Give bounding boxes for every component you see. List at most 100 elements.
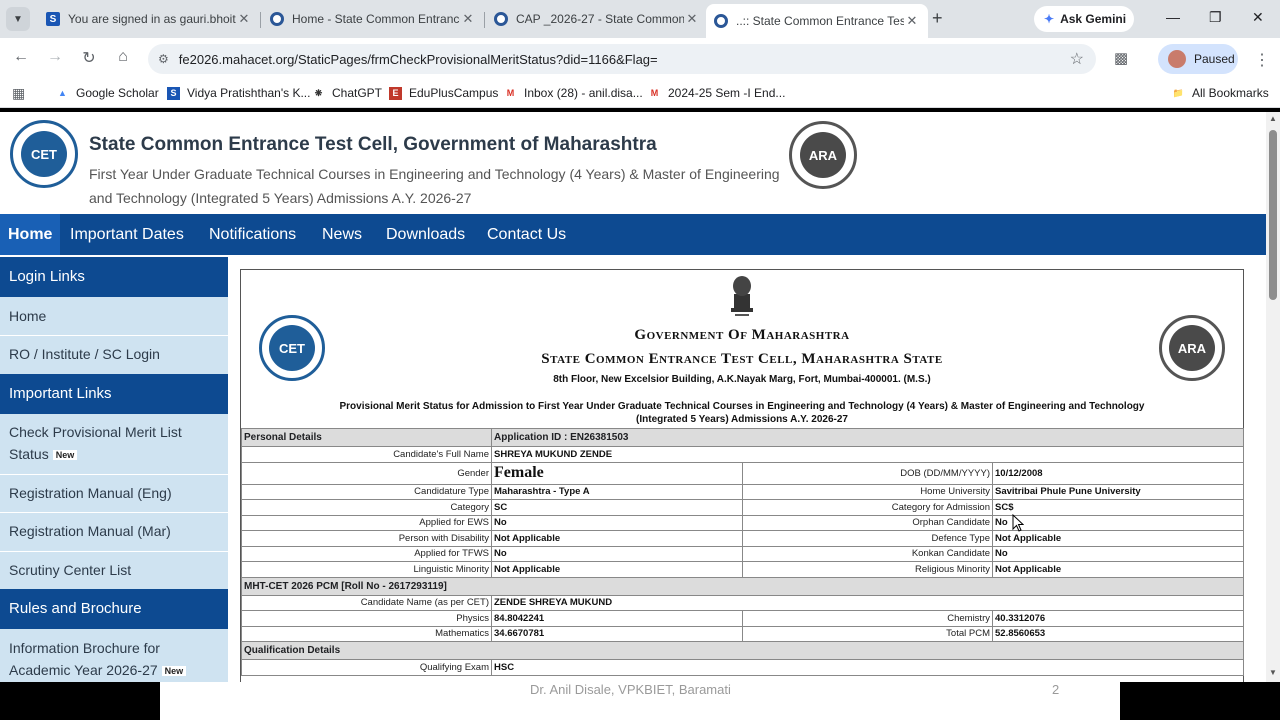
new-tab-icon[interactable]: + [932, 8, 943, 29]
application-id: Application ID : EN26381503 [491, 428, 1244, 447]
mouse-cursor-icon [1012, 514, 1024, 532]
sidebar-item-manual-eng[interactable]: Registration Manual (Eng) [9, 482, 219, 504]
sidebar-item-brochure[interactable]: Information Brochure for Academic Year 2… [9, 637, 219, 682]
field-value: 84.8042241 [491, 610, 743, 627]
sidebar-item-ro-login[interactable]: RO / Institute / SC Login [9, 343, 219, 365]
gov-heading: Government Of Maharashtra [634, 327, 850, 343]
bookmark-label: Google Scholar [76, 86, 159, 100]
all-bookmarks-button[interactable]: 📁 All Bookmarks [1172, 86, 1269, 100]
bookmark-label: Inbox (28) - anil.disa... [524, 86, 643, 100]
sidebar: Login Links Home RO / Institute / SC Log… [0, 257, 228, 682]
table-row: Gender Female DOB (DD/MM/YYYY) 10/12/200… [241, 461, 1244, 485]
nav-important-dates[interactable]: Important Dates [70, 214, 184, 255]
field-label: Candidate's Full Name [241, 446, 492, 463]
cell-heading: State Common Entrance Test Cell, Maharas… [541, 351, 943, 367]
nav-downloads[interactable]: Downloads [386, 214, 465, 255]
nav-contact-us[interactable]: Contact Us [487, 214, 566, 255]
field-label: Religious Minority [742, 561, 993, 578]
cet-logo[interactable]: CET [10, 120, 78, 188]
table-row: Candidature Type Maharashtra - Type A Ho… [241, 483, 1244, 500]
field-value: Not Applicable [992, 530, 1244, 547]
section-title: Qualification Details [241, 641, 1244, 660]
browser-tab-active[interactable]: ..:: State Common Entrance Test ✕ [706, 4, 928, 38]
field-value: 34.6670781 [491, 625, 743, 642]
field-value: 10/12/2008 [992, 461, 1244, 485]
sidebar-item-merit-status[interactable]: Check Provisional Merit List Status New [9, 421, 219, 466]
field-label: Category for Admission [742, 499, 993, 516]
field-label: Konkan Candidate [742, 545, 993, 562]
bookmark-item[interactable]: ▲ Google Scholar [56, 86, 159, 100]
tab-title: You are signed in as gauri.bhoit [68, 12, 236, 26]
extensions-icon[interactable]: ▩ [1114, 49, 1128, 67]
bookmark-item[interactable]: E EduPlusCampus [389, 86, 498, 100]
details-table: Personal Details Application ID : EN2638… [241, 428, 1244, 676]
nav-home[interactable]: Home [0, 214, 61, 255]
close-tab-icon[interactable]: ✕ [684, 11, 700, 27]
forward-icon[interactable]: → [44, 48, 66, 66]
field-label: Person with Disability [241, 530, 492, 547]
close-window-icon[interactable]: ✕ [1252, 9, 1264, 26]
site-favicon-icon [494, 12, 508, 26]
bookmark-label: 2024-25 Sem -I End... [668, 86, 786, 100]
ask-gemini-button[interactable]: ✦ Ask Gemini [1034, 6, 1134, 32]
profile-button[interactable]: Paused [1158, 44, 1238, 74]
bookmark-item[interactable]: M Inbox (28) - anil.disa... [504, 86, 643, 100]
field-label: Qualifying Exam [241, 659, 492, 676]
bookmark-item[interactable]: S Vidya Pratishthan's K... [167, 86, 310, 100]
address-bar[interactable]: ⚙ fe2026.mahacet.org/StaticPages/frmChec… [148, 44, 1096, 74]
sidebar-item-scrutiny[interactable]: Scrutiny Center List [9, 559, 219, 581]
site-subtitle: First Year Under Graduate Technical Cour… [89, 166, 780, 206]
minimize-icon[interactable]: — [1166, 9, 1180, 25]
bookmark-label: EduPlusCampus [409, 86, 499, 100]
section-title: MHT-CET 2026 PCM [Roll No - 2617293119] [241, 576, 1244, 596]
close-tab-icon[interactable]: ✕ [236, 11, 252, 27]
field-value: No [491, 545, 743, 562]
gemini-sparkle-icon: ✦ [1044, 12, 1055, 26]
site-info-icon[interactable]: ⚙ [158, 52, 169, 66]
sidebar-item-home[interactable]: Home [9, 305, 219, 327]
sidebar-item-manual-mar[interactable]: Registration Manual (Mar) [9, 520, 219, 542]
sidebar-heading-important: Important Links [0, 374, 228, 414]
scroll-up-icon[interactable]: ▲ [1269, 114, 1277, 123]
main-nav: Home Important Dates Notifications News … [0, 214, 1266, 255]
page-scrollbar[interactable]: ▲ ▼ [1266, 112, 1280, 682]
table-row: Applied for TFWS No Konkan Candidate No [241, 545, 1244, 562]
table-row: Linguistic Minority Not Applicable Relig… [241, 561, 1244, 578]
field-label: Defence Type [742, 530, 993, 547]
all-bookmarks-label: All Bookmarks [1192, 86, 1269, 100]
field-value: No [491, 514, 743, 531]
nav-notifications[interactable]: Notifications [209, 214, 296, 255]
back-icon[interactable]: ← [10, 48, 32, 66]
document-heading: Provisional Merit Status for Admission t… [339, 401, 1145, 425]
close-tab-icon[interactable]: ✕ [460, 11, 476, 27]
table-row: Mathematics 34.6670781 Total PCM 52.8560… [241, 625, 1244, 642]
restore-icon[interactable]: ❐ [1209, 9, 1222, 26]
profile-status: Paused [1194, 52, 1235, 66]
browser-menu-icon[interactable]: ⋮ [1254, 50, 1270, 70]
scroll-down-icon[interactable]: ▼ [1269, 668, 1277, 677]
bookmark-item[interactable]: ❋ ChatGPT [312, 86, 382, 100]
apps-grid-icon[interactable]: ▦ [12, 85, 25, 102]
scrollbar-thumb[interactable] [1269, 130, 1277, 300]
ara-logo: ARA [789, 121, 857, 189]
browser-tab[interactable]: CAP _2026-27 - State Common ✕ [486, 4, 708, 34]
sidebar-divider [0, 474, 228, 475]
field-value: No [992, 545, 1244, 562]
nav-news[interactable]: News [322, 214, 362, 255]
table-row: MHT-CET 2026 PCM [Roll No - 2617293119] [241, 576, 1244, 596]
browser-tab[interactable]: Home - State Common Entrance ✕ [262, 4, 484, 34]
tab-divider [484, 12, 485, 28]
field-value: 40.3312076 [992, 610, 1244, 627]
home-icon[interactable]: ⌂ [112, 48, 134, 66]
field-label: Total PCM [742, 625, 993, 642]
bookmark-item[interactable]: M 2024-25 Sem -I End... [648, 86, 786, 100]
browser-tab[interactable]: S You are signed in as gauri.bhoit ✕ [38, 4, 260, 34]
table-row: Category SC Category for Admission SC$ [241, 499, 1244, 516]
tab-search-button[interactable]: ▼ [6, 7, 30, 31]
field-value: Savitribai Phule Pune University [992, 483, 1244, 500]
close-tab-icon[interactable]: ✕ [904, 13, 920, 29]
bookmark-star-icon[interactable]: ☆ [1070, 49, 1084, 69]
tab-divider [260, 12, 261, 28]
url-text[interactable]: fe2026.mahacet.org/StaticPages/frmCheckP… [179, 52, 658, 67]
reload-icon[interactable]: ↻ [78, 48, 100, 68]
